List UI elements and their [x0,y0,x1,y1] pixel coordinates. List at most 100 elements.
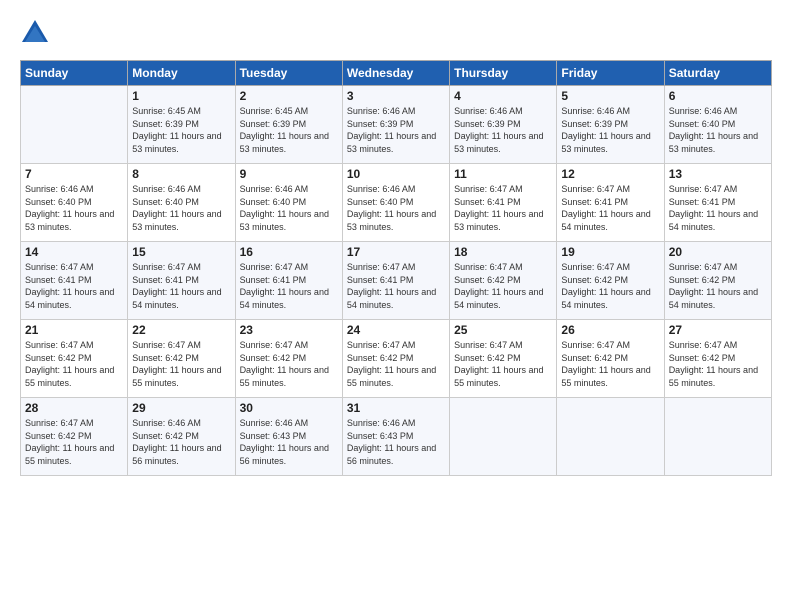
day-number: 30 [240,401,338,415]
day-cell: 25Sunrise: 6:47 AM Sunset: 6:42 PM Dayli… [450,320,557,398]
day-number: 31 [347,401,445,415]
day-number: 5 [561,89,659,103]
day-cell: 24 Sunrise: 6:47 AM Sunset: 6:42 PM Dayli… [342,320,449,398]
day-number: 9 [240,167,338,181]
day-cell: 12Sunrise: 6:47 AM Sunset: 6:41 PM Dayli… [557,164,664,242]
day-info: Sunrise: 6:46 AM Sunset: 6:39 PM Dayligh… [561,105,659,155]
header [20,18,772,48]
week-row-4: 21 Sunrise: 6:47 AM Sunset: 6:42 PM Dayli… [21,320,772,398]
day-cell: 17 Sunrise: 6:47 AM Sunset: 6:41 PM Dayli… [342,242,449,320]
header-row: SundayMondayTuesdayWednesdayThursdayFrid… [21,61,772,86]
day-info: Sunrise: 6:46 AM Sunset: 6:40 PM Dayligh… [240,183,338,233]
day-cell: 16 Sunrise: 6:47 AM Sunset: 6:41 PM Dayli… [235,242,342,320]
day-info: Sunrise: 6:47 AM Sunset: 6:41 PM Dayligh… [240,261,338,311]
day-cell: 20 Sunrise: 6:47 AM Sunset: 6:42 PM Dayli… [664,242,771,320]
day-info: Sunrise: 6:47 AM Sunset: 6:42 PM Dayligh… [561,261,659,311]
day-cell [557,398,664,476]
day-info: Sunrise: 6:46 AM Sunset: 6:40 PM Dayligh… [347,183,445,233]
day-number: 18 [454,245,552,259]
day-cell: 18 Sunrise: 6:47 AM Sunset: 6:42 PM Dayli… [450,242,557,320]
day-cell: 8 Sunrise: 6:46 AM Sunset: 6:40 PM Daylig… [128,164,235,242]
day-number: 25 [454,323,552,337]
day-info: Sunrise: 6:47 AM Sunset: 6:42 PM Dayligh… [240,339,338,389]
day-number: 26 [561,323,659,337]
day-cell: 26Sunrise: 6:47 AM Sunset: 6:42 PM Dayli… [557,320,664,398]
day-cell: 6Sunrise: 6:46 AM Sunset: 6:40 PM Daylig… [664,86,771,164]
day-cell: 19Sunrise: 6:47 AM Sunset: 6:42 PM Dayli… [557,242,664,320]
day-info: Sunrise: 6:47 AM Sunset: 6:41 PM Dayligh… [347,261,445,311]
day-number: 14 [25,245,123,259]
day-cell: 14 Sunrise: 6:47 AM Sunset: 6:41 PM Dayli… [21,242,128,320]
day-info: Sunrise: 6:46 AM Sunset: 6:40 PM Dayligh… [132,183,230,233]
day-cell: 2 Sunrise: 6:45 AM Sunset: 6:39 PM Daylig… [235,86,342,164]
day-cell: 5 Sunrise: 6:46 AM Sunset: 6:39 PM Daylig… [557,86,664,164]
day-number: 1 [132,89,230,103]
day-cell: 29Sunrise: 6:46 AM Sunset: 6:42 PM Dayli… [128,398,235,476]
day-number: 24 [347,323,445,337]
day-info: Sunrise: 6:45 AM Sunset: 6:39 PM Dayligh… [240,105,338,155]
day-cell: 9 Sunrise: 6:46 AM Sunset: 6:40 PM Daylig… [235,164,342,242]
logo-icon [20,18,50,48]
col-header-saturday: Saturday [664,61,771,86]
day-number: 10 [347,167,445,181]
day-number: 16 [240,245,338,259]
col-header-tuesday: Tuesday [235,61,342,86]
week-row-1: 1 Sunrise: 6:45 AM Sunset: 6:39 PM Daylig… [21,86,772,164]
day-info: Sunrise: 6:47 AM Sunset: 6:42 PM Dayligh… [669,261,767,311]
day-number: 27 [669,323,767,337]
day-number: 20 [669,245,767,259]
day-number: 4 [454,89,552,103]
day-cell [664,398,771,476]
logo [20,18,54,48]
day-number: 17 [347,245,445,259]
day-number: 6 [669,89,767,103]
day-cell: 22 Sunrise: 6:47 AM Sunset: 6:42 PM Dayli… [128,320,235,398]
day-number: 23 [240,323,338,337]
day-cell: 27 Sunrise: 6:47 AM Sunset: 6:42 PM Dayli… [664,320,771,398]
day-number: 28 [25,401,123,415]
day-info: Sunrise: 6:46 AM Sunset: 6:39 PM Dayligh… [454,105,552,155]
day-info: Sunrise: 6:46 AM Sunset: 6:40 PM Dayligh… [25,183,123,233]
day-number: 8 [132,167,230,181]
page: SundayMondayTuesdayWednesdayThursdayFrid… [0,0,792,486]
day-cell: 3 Sunrise: 6:46 AM Sunset: 6:39 PM Daylig… [342,86,449,164]
day-cell [21,86,128,164]
day-info: Sunrise: 6:46 AM Sunset: 6:39 PM Dayligh… [347,105,445,155]
day-info: Sunrise: 6:47 AM Sunset: 6:42 PM Dayligh… [132,339,230,389]
col-header-thursday: Thursday [450,61,557,86]
day-cell: 7Sunrise: 6:46 AM Sunset: 6:40 PM Daylig… [21,164,128,242]
day-cell: 4 Sunrise: 6:46 AM Sunset: 6:39 PM Daylig… [450,86,557,164]
col-header-monday: Monday [128,61,235,86]
day-info: Sunrise: 6:46 AM Sunset: 6:43 PM Dayligh… [347,417,445,467]
day-cell: 15Sunrise: 6:47 AM Sunset: 6:41 PM Dayli… [128,242,235,320]
week-row-2: 7Sunrise: 6:46 AM Sunset: 6:40 PM Daylig… [21,164,772,242]
day-info: Sunrise: 6:46 AM Sunset: 6:43 PM Dayligh… [240,417,338,467]
day-info: Sunrise: 6:47 AM Sunset: 6:42 PM Dayligh… [347,339,445,389]
day-cell: 21 Sunrise: 6:47 AM Sunset: 6:42 PM Dayli… [21,320,128,398]
day-cell: 30 Sunrise: 6:46 AM Sunset: 6:43 PM Dayli… [235,398,342,476]
day-info: Sunrise: 6:47 AM Sunset: 6:42 PM Dayligh… [25,417,123,467]
day-number: 2 [240,89,338,103]
day-info: Sunrise: 6:47 AM Sunset: 6:42 PM Dayligh… [669,339,767,389]
day-cell: 13Sunrise: 6:47 AM Sunset: 6:41 PM Dayli… [664,164,771,242]
day-info: Sunrise: 6:47 AM Sunset: 6:42 PM Dayligh… [25,339,123,389]
day-info: Sunrise: 6:47 AM Sunset: 6:41 PM Dayligh… [25,261,123,311]
day-number: 21 [25,323,123,337]
day-info: Sunrise: 6:45 AM Sunset: 6:39 PM Dayligh… [132,105,230,155]
day-number: 15 [132,245,230,259]
col-header-friday: Friday [557,61,664,86]
day-info: Sunrise: 6:47 AM Sunset: 6:41 PM Dayligh… [454,183,552,233]
day-number: 3 [347,89,445,103]
day-info: Sunrise: 6:47 AM Sunset: 6:42 PM Dayligh… [454,261,552,311]
day-number: 11 [454,167,552,181]
week-row-3: 14 Sunrise: 6:47 AM Sunset: 6:41 PM Dayli… [21,242,772,320]
day-cell: 23 Sunrise: 6:47 AM Sunset: 6:42 PM Dayli… [235,320,342,398]
calendar-table: SundayMondayTuesdayWednesdayThursdayFrid… [20,60,772,476]
day-cell: 11 Sunrise: 6:47 AM Sunset: 6:41 PM Dayli… [450,164,557,242]
col-header-sunday: Sunday [21,61,128,86]
day-cell: 1 Sunrise: 6:45 AM Sunset: 6:39 PM Daylig… [128,86,235,164]
day-number: 12 [561,167,659,181]
week-row-5: 28 Sunrise: 6:47 AM Sunset: 6:42 PM Dayli… [21,398,772,476]
day-number: 22 [132,323,230,337]
day-info: Sunrise: 6:46 AM Sunset: 6:42 PM Dayligh… [132,417,230,467]
